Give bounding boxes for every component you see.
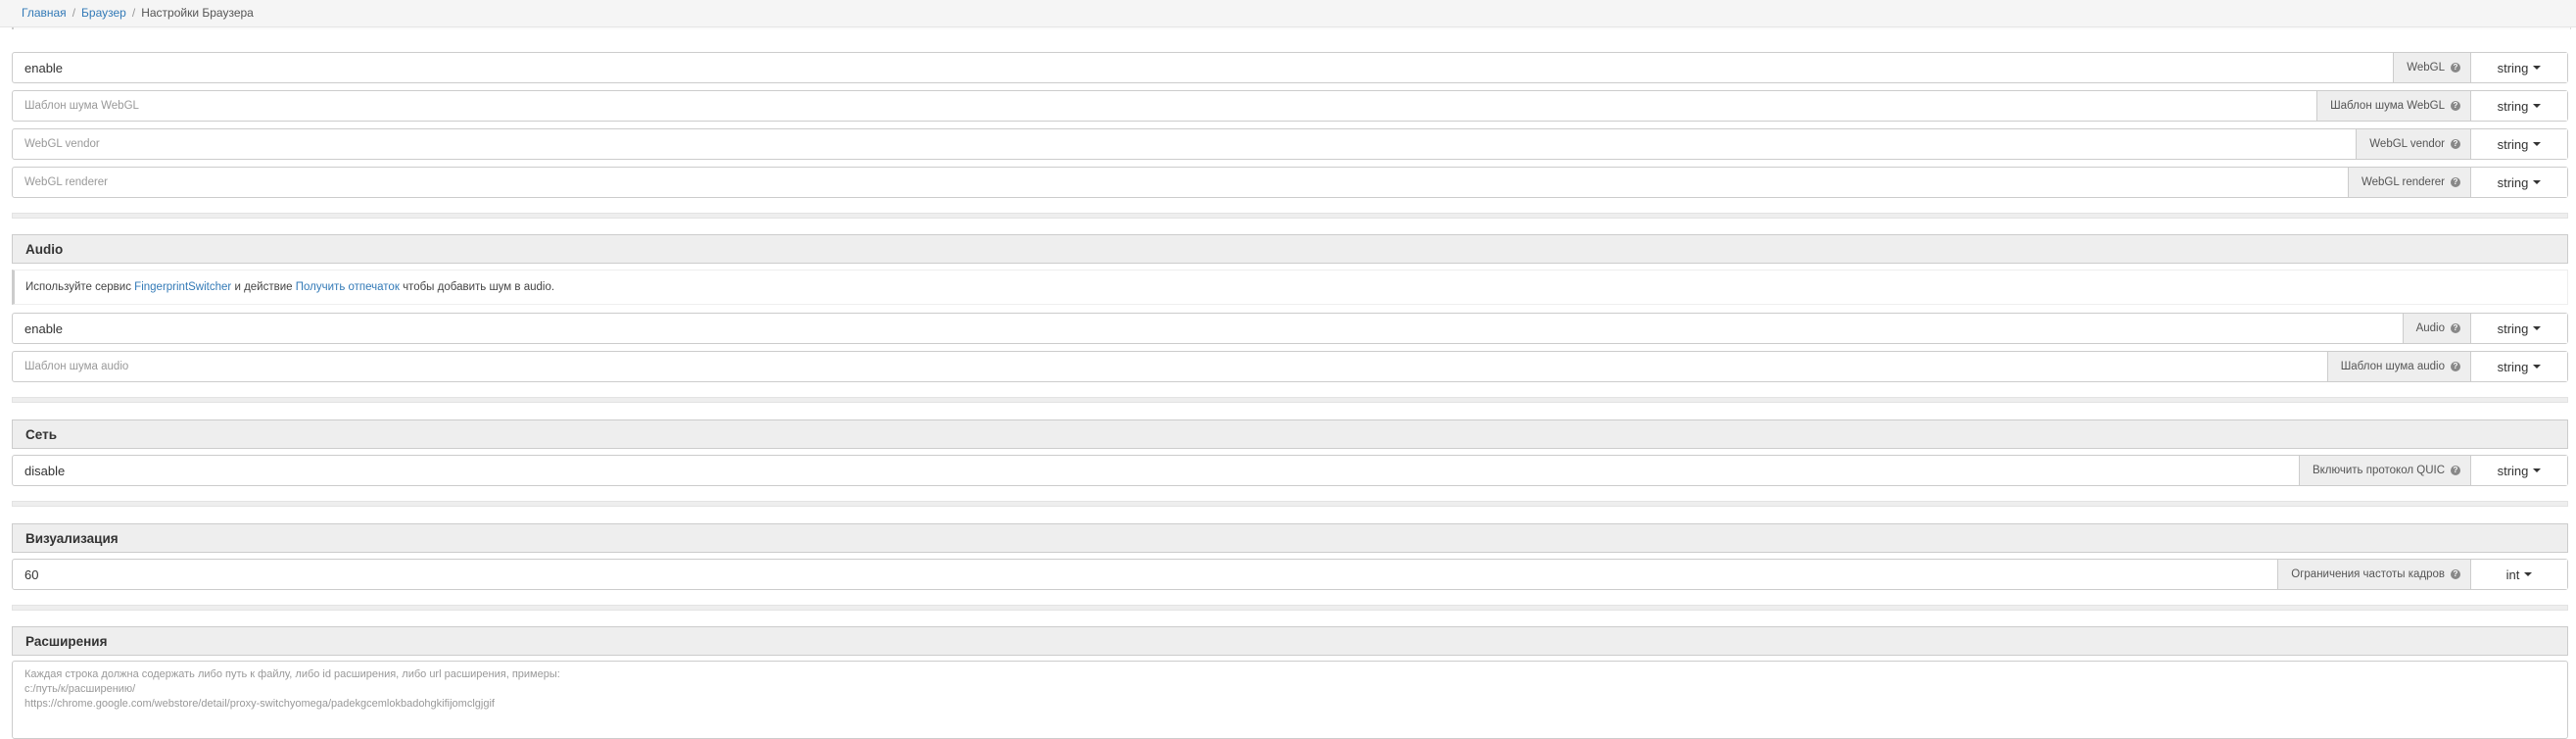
breadcrumb-separator: / bbox=[131, 6, 136, 20]
extensions-placeholder-line: c:/путь/к/расширению/ bbox=[24, 683, 136, 695]
type-label: string bbox=[2497, 136, 2529, 152]
section-divider bbox=[12, 213, 2568, 219]
quic-value-field[interactable]: disable bbox=[13, 456, 2299, 485]
get-fingerprint-link[interactable]: Получить отпечаток bbox=[296, 281, 400, 293]
webgl-renderer-label-addon: WebGL renderer? bbox=[2347, 168, 2470, 197]
webgl-noise-input[interactable]: Шаблон шума WebGL bbox=[13, 91, 2316, 121]
fps-limit-value-field[interactable]: 60 bbox=[13, 560, 2277, 589]
previous-section-edge bbox=[12, 27, 2571, 29]
audio-note-suffix: чтобы добавить шум в audio. bbox=[403, 281, 555, 293]
type-label: string bbox=[2497, 463, 2529, 478]
webgl-value-field[interactable]: enable bbox=[13, 53, 2393, 82]
webgl-noise-row: Шаблон шума WebGL Шаблон шума WebGL? str… bbox=[12, 90, 2568, 122]
webgl-setting-row: enable WebGL? string bbox=[12, 52, 2568, 83]
section-divider bbox=[12, 501, 2568, 507]
webgl-label-addon: WebGL? bbox=[2393, 53, 2470, 82]
breadcrumb-separator: / bbox=[72, 6, 76, 20]
caret-down-icon bbox=[2533, 142, 2542, 146]
question-circle-icon[interactable]: ? bbox=[2451, 63, 2460, 73]
webgl-vendor-label-addon: WebGL vendor? bbox=[2356, 129, 2470, 159]
audio-noise-row: Шаблон шума audio Шаблон шума audio? str… bbox=[12, 351, 2568, 382]
question-circle-icon[interactable]: ? bbox=[2451, 569, 2460, 579]
caret-down-icon bbox=[2524, 572, 2533, 576]
type-label: string bbox=[2497, 174, 2529, 190]
fps-limit-type-dropdown[interactable]: int bbox=[2470, 560, 2567, 589]
audio-value-field[interactable]: enable bbox=[13, 314, 2403, 343]
extensions-placeholder-line: https://chrome.google.com/webstore/detai… bbox=[24, 698, 495, 710]
fps-limit-label: Ограничения частоты кадров bbox=[2291, 568, 2445, 580]
type-label: string bbox=[2497, 60, 2529, 75]
quic-label-addon: Включить протокол QUIC? bbox=[2298, 456, 2470, 485]
extensions-textarea[interactable]: Каждая строка должна содержать либо путь… bbox=[12, 661, 2568, 739]
question-circle-icon[interactable]: ? bbox=[2451, 323, 2460, 333]
webgl-vendor-row: WebGL vendor WebGL vendor? string bbox=[12, 128, 2568, 160]
caret-down-icon bbox=[2533, 468, 2542, 472]
webgl-vendor-type-dropdown[interactable]: string bbox=[2470, 129, 2567, 159]
fps-limit-row: 60 Ограничения частоты кадров? int bbox=[12, 559, 2568, 590]
fingerprintswitcher-link[interactable]: FingerprintSwitcher bbox=[134, 281, 231, 293]
extensions-placeholder-line: Каждая строка должна содержать либо путь… bbox=[24, 668, 560, 680]
webgl-type-dropdown[interactable]: string bbox=[2470, 53, 2567, 82]
section-divider bbox=[12, 397, 2568, 403]
caret-down-icon bbox=[2533, 365, 2542, 369]
webgl-noise-label-addon: Шаблон шума WebGL? bbox=[2316, 91, 2470, 121]
question-circle-icon[interactable]: ? bbox=[2451, 101, 2460, 111]
audio-label-addon: Audio? bbox=[2402, 314, 2470, 343]
section-divider bbox=[12, 605, 2568, 611]
webgl-noise-label: Шаблон шума WebGL bbox=[2330, 100, 2445, 112]
audio-noise-label-addon: Шаблон шума audio? bbox=[2326, 352, 2470, 381]
quic-type-dropdown[interactable]: string bbox=[2470, 456, 2567, 485]
webgl-renderer-row: WebGL renderer WebGL renderer? string bbox=[12, 167, 2568, 198]
audio-info-note: Используйте сервис FingerprintSwitcher и… bbox=[12, 270, 2568, 305]
audio-note-prefix: Используйте сервис bbox=[25, 281, 131, 293]
question-circle-icon[interactable]: ? bbox=[2451, 177, 2460, 187]
visualization-section-heading: Визуализация bbox=[12, 523, 2568, 553]
caret-down-icon bbox=[2533, 104, 2542, 108]
audio-noise-type-dropdown[interactable]: string bbox=[2470, 352, 2567, 381]
audio-setting-row: enable Audio? string bbox=[12, 313, 2568, 344]
audio-noise-label: Шаблон шума audio bbox=[2340, 361, 2445, 372]
caret-down-icon bbox=[2533, 180, 2542, 184]
type-label: int bbox=[2505, 567, 2520, 582]
webgl-vendor-input[interactable]: WebGL vendor bbox=[13, 129, 2356, 159]
type-label: string bbox=[2497, 359, 2529, 374]
webgl-renderer-input[interactable]: WebGL renderer bbox=[13, 168, 2348, 197]
breadcrumb-current: Настройки Браузера bbox=[141, 6, 254, 20]
breadcrumb-browser-link[interactable]: Браузер bbox=[81, 6, 126, 20]
type-label: string bbox=[2497, 320, 2529, 336]
quic-setting-row: disable Включить протокол QUIC? string bbox=[12, 455, 2568, 486]
webgl-vendor-label: WebGL vendor bbox=[2369, 138, 2445, 150]
webgl-renderer-label: WebGL renderer bbox=[2361, 176, 2445, 188]
audio-note-mid: и действие bbox=[234, 281, 293, 293]
type-label: string bbox=[2497, 98, 2529, 114]
audio-label: Audio bbox=[2415, 322, 2445, 334]
audio-noise-input[interactable]: Шаблон шума audio bbox=[13, 352, 2327, 381]
breadcrumb: Главная / Браузер / Настройки Браузера bbox=[0, 0, 2576, 27]
fps-limit-label-addon: Ограничения частоты кадров? bbox=[2277, 560, 2470, 589]
audio-type-dropdown[interactable]: string bbox=[2470, 314, 2567, 343]
question-circle-icon[interactable]: ? bbox=[2451, 139, 2460, 149]
extensions-section-heading: Расширения bbox=[12, 626, 2568, 656]
webgl-label: WebGL bbox=[2407, 62, 2445, 74]
breadcrumb-home-link[interactable]: Главная bbox=[22, 6, 67, 20]
audio-section-heading: Audio bbox=[12, 234, 2568, 264]
network-section-heading: Сеть bbox=[12, 419, 2568, 449]
webgl-noise-type-dropdown[interactable]: string bbox=[2470, 91, 2567, 121]
question-circle-icon[interactable]: ? bbox=[2451, 466, 2460, 475]
quic-label: Включить протокол QUIC bbox=[2312, 465, 2445, 476]
webgl-renderer-type-dropdown[interactable]: string bbox=[2470, 168, 2567, 197]
caret-down-icon bbox=[2533, 326, 2542, 330]
caret-down-icon bbox=[2533, 66, 2542, 70]
question-circle-icon[interactable]: ? bbox=[2451, 362, 2460, 371]
